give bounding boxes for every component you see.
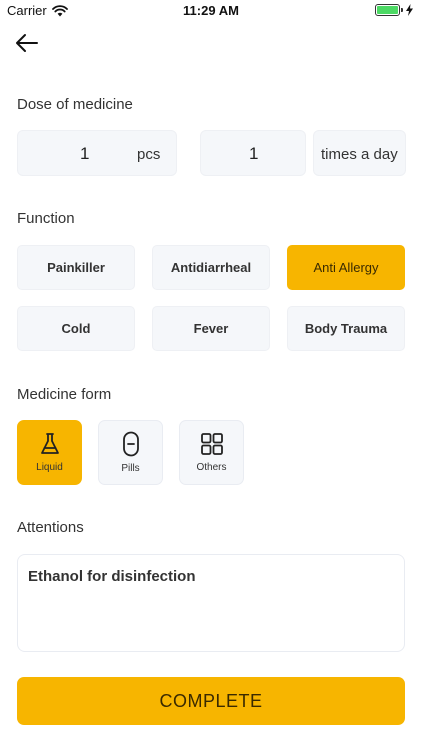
battery-level-fill [377,6,398,14]
charging-bolt-icon [406,4,413,16]
frequency-value: 1 [249,144,259,163]
status-bar: Carrier 11:29 AM [0,0,422,22]
grid-icon [200,433,223,455]
battery-icon [375,4,403,16]
form-tile-liquid[interactable]: Liquid [17,420,82,485]
back-button[interactable] [14,30,40,56]
pill-icon [122,431,139,457]
flask-icon [40,433,59,454]
form-tile-label: Others [196,462,227,473]
dose-section-label: Dose of medicine [17,96,133,113]
quantity-field[interactable]: 1 pcs [17,130,177,176]
medicine-form-section-label: Medicine form [17,386,112,403]
complete-button[interactable]: COMPLETE [17,677,405,725]
function-chip-anti-allergy[interactable]: Anti Allergy [287,245,405,290]
form-tile-others[interactable]: Others [179,420,244,485]
form-tile-pills[interactable]: Pills [98,420,163,485]
function-chip-cold[interactable]: Cold [17,306,135,351]
quantity-value: 1 [80,144,90,163]
function-section-label: Function [17,210,75,227]
frequency-field[interactable]: 1 [200,130,306,176]
function-chip-antidiarrheal[interactable]: Antidiarrheal [152,245,270,290]
form-tile-label: Pills [121,463,140,474]
frequency-unit-box: times a day [313,130,406,176]
quantity-unit-label: pcs [137,146,161,163]
frequency-unit-label: times a day [321,146,398,163]
function-chip-fever[interactable]: Fever [152,306,270,351]
arrow-left-icon [16,34,38,52]
form-tile-label: Liquid [36,462,63,473]
battery-indicator [375,4,413,16]
function-chip-painkiller[interactable]: Painkiller [17,245,135,290]
status-time: 11:29 AM [183,3,239,18]
attentions-textarea[interactable]: Ethanol for disinfection [17,554,405,652]
attentions-section-label: Attentions [17,519,84,536]
function-chip-body-trauma[interactable]: Body Trauma [287,306,405,351]
